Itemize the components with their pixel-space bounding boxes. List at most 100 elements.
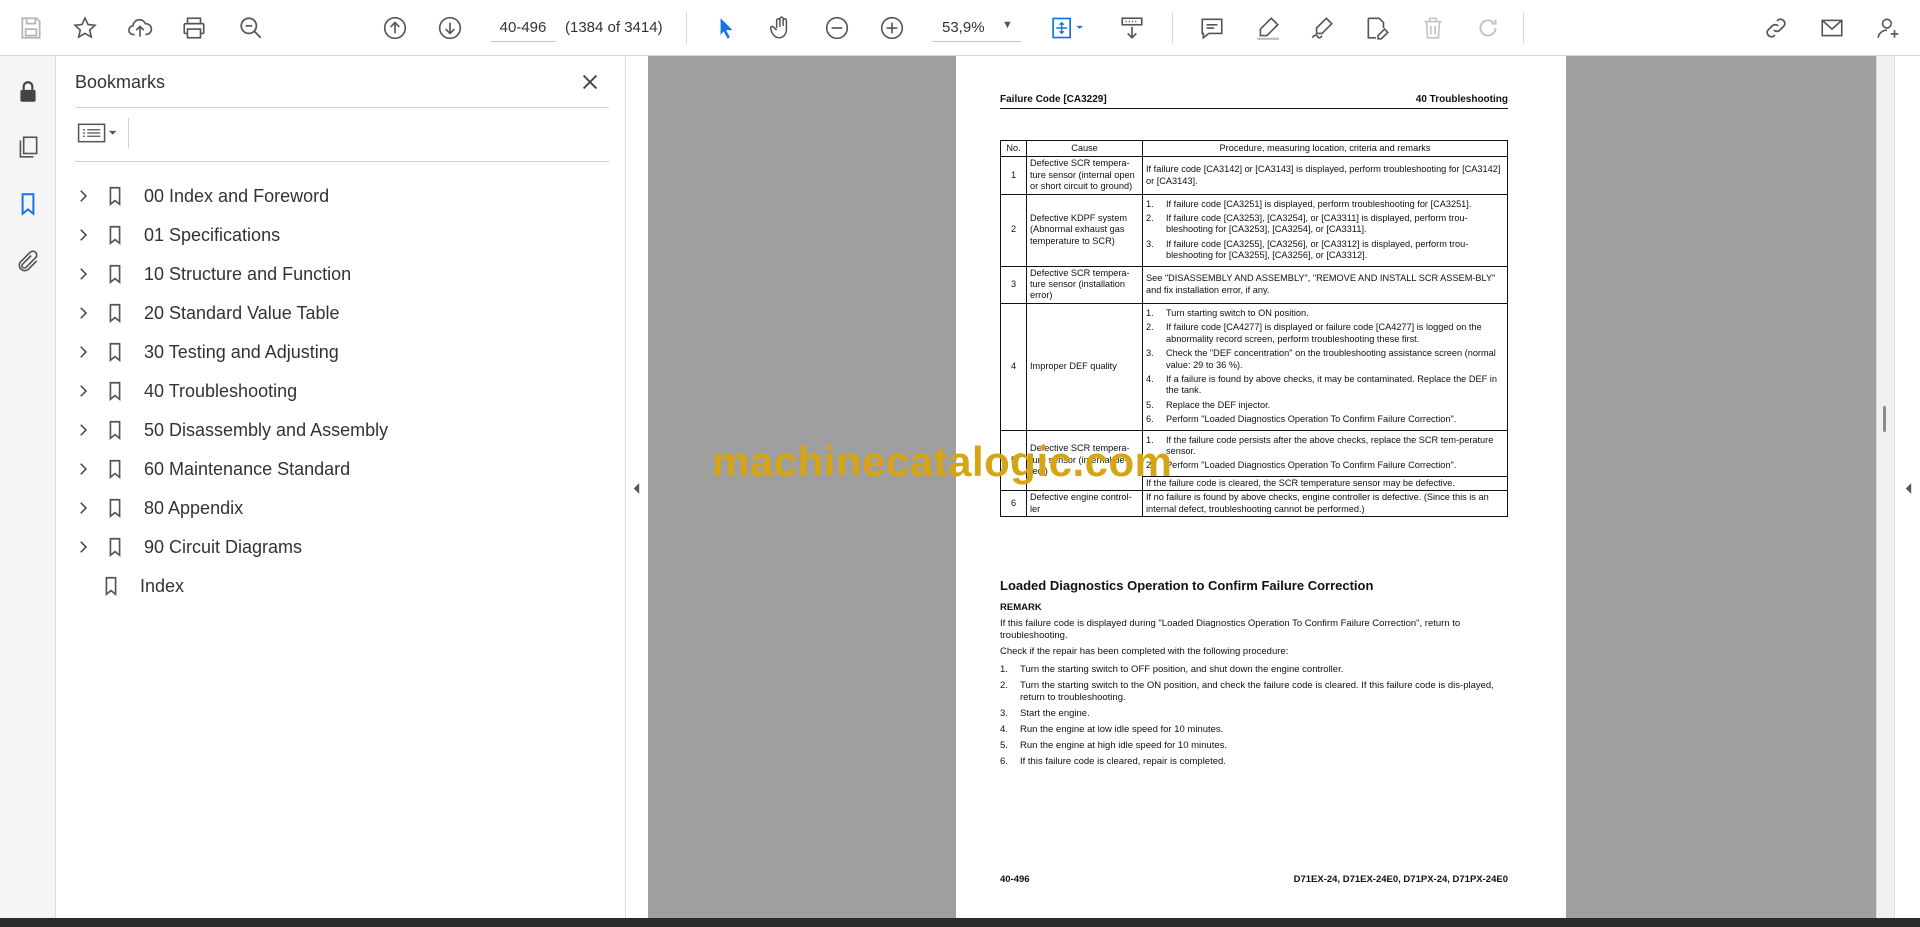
print-icon[interactable] (176, 10, 212, 46)
step-number: 3. (1146, 238, 1154, 249)
chevron-right-icon[interactable] (70, 222, 96, 248)
vertical-scrollbar[interactable] (1876, 56, 1894, 918)
account-icon[interactable] (1870, 10, 1906, 46)
email-icon[interactable] (1814, 10, 1850, 46)
procedure-item: 4. Run the engine at low idle speed for 1… (1000, 724, 1508, 736)
chevron-right-icon[interactable] (70, 183, 96, 209)
bookmark-label: 00 Index and Foreword (144, 185, 330, 206)
expand-right-panel-button[interactable] (1898, 470, 1918, 506)
bookmark-item[interactable]: 10 Structure and Function (70, 256, 590, 292)
procedure-step: 1. If the failure code persists after the… (1146, 435, 1504, 458)
bookmark-item[interactable]: 50 Disassembly and Assembly (70, 412, 590, 448)
step-number: 1. (1000, 664, 1008, 675)
cell-procedure: 1. If failure code [CA3251] is displayed,… (1142, 193, 1508, 267)
procedure-step: 1. If failure code [CA3251] is displayed,… (1146, 199, 1504, 210)
column-header: No. (1000, 139, 1027, 158)
zoom-in-icon[interactable] (874, 10, 910, 46)
table-row: 2 Defective KDPF system (Abnormal exhaust… (1000, 193, 1508, 267)
pages-icon[interactable] (10, 129, 46, 165)
page-header-chapter: 40 Troubleshooting (1415, 94, 1508, 105)
redo-icon[interactable] (1470, 10, 1506, 46)
table-row: 3 Defective SCR tempera-ture sensor (inst… (1000, 265, 1508, 304)
bookmark-item[interactable]: 30 Testing and Adjusting (70, 334, 590, 370)
comment-icon[interactable] (1194, 10, 1230, 46)
step-number: 2. (1146, 322, 1154, 333)
cell-cause: Defective engine control-ler (1026, 490, 1143, 517)
step-text: Replace the DEF injector. (1166, 399, 1271, 410)
cell-procedure: If no failure is found by above checks, … (1142, 490, 1508, 517)
bookmark-icon (100, 300, 130, 326)
step-number: 5. (1000, 740, 1008, 751)
delete-icon[interactable] (1415, 10, 1451, 46)
procedure-step: 6. Perform "Loaded Diagnostics Operation … (1146, 414, 1504, 425)
procedure-step: 5. Replace the DEF injector. (1146, 400, 1504, 411)
chevron-right-icon[interactable] (70, 261, 96, 287)
bookmark-icon (100, 183, 130, 209)
close-icon[interactable] (576, 68, 604, 96)
bookmark-options-button[interactable] (75, 118, 123, 148)
sign-icon[interactable] (1304, 10, 1340, 46)
edit-pdf-icon[interactable] (1359, 10, 1395, 46)
bookmark-item[interactable]: 40 Troubleshooting (70, 373, 590, 409)
column-header: Procedure, measuring location, criteria … (1142, 139, 1508, 158)
bookmark-icon (100, 261, 130, 287)
zoom-value: 53,9% (942, 19, 985, 36)
bookmark-item[interactable]: 60 Maintenance Standard (70, 451, 590, 487)
divider (75, 161, 609, 162)
chevron-right-icon[interactable] (70, 456, 96, 482)
chevron-right-icon[interactable] (70, 417, 96, 443)
bookmark-icon[interactable] (10, 186, 46, 222)
scroll-mode-icon[interactable] (1114, 10, 1150, 46)
prev-page-icon[interactable] (377, 10, 413, 46)
chevron-right-icon[interactable] (70, 495, 96, 521)
attachment-icon[interactable] (10, 244, 46, 280)
scrollbar-thumb[interactable] (1883, 406, 1886, 432)
save-icon[interactable] (13, 10, 49, 46)
toolbar-divider (686, 12, 687, 44)
bookmark-item[interactable]: 20 Standard Value Table (70, 295, 590, 331)
highlight-icon[interactable] (1250, 10, 1286, 46)
zoom-out-icon[interactable] (819, 10, 855, 46)
bookmark-item[interactable]: Index (70, 568, 590, 604)
chevron-right-icon[interactable] (70, 300, 96, 326)
page-footer-number: 40-496 (1000, 874, 1030, 885)
upload-icon[interactable] (122, 10, 158, 46)
star-icon[interactable] (67, 10, 103, 46)
table-row: 4 Improper DEF quality 1. Turn starting swi… (1000, 302, 1508, 431)
bookmark-item[interactable]: 90 Circuit Diagrams (70, 529, 590, 565)
page-number-input[interactable] (490, 14, 556, 42)
remark-label: REMARK (1000, 602, 1042, 613)
procedure-item: 5. Run the engine at high idle speed for … (1000, 740, 1508, 752)
hand-icon[interactable] (763, 10, 799, 46)
chevron-right-icon[interactable] (70, 534, 96, 560)
step-text: Turn the starting switch to OFF position… (1020, 664, 1344, 675)
fit-page-icon[interactable] (1044, 10, 1092, 46)
bookmark-label: 10 Structure and Function (144, 263, 352, 284)
bookmark-label: 30 Testing and Adjusting (144, 341, 339, 362)
step-number: 6. (1146, 414, 1154, 425)
zoom-search-icon[interactable] (233, 10, 269, 46)
page-count: (1384 of 3414) (565, 19, 663, 36)
remark-text: If this failure code is displayed during… (1000, 618, 1461, 641)
bookmark-item[interactable]: 00 Index and Foreword (70, 178, 590, 214)
select-cursor-icon[interactable] (708, 10, 744, 46)
step-number: 4. (1000, 724, 1008, 735)
cell-cause: Improper DEF quality (1026, 302, 1143, 431)
procedure-steps: 1. If failure code [CA3251] is displayed,… (1146, 199, 1504, 262)
chevron-right-icon[interactable] (70, 378, 96, 404)
step-number: 6. (1000, 756, 1008, 767)
chevron-right-icon[interactable] (70, 339, 96, 365)
share-link-icon[interactable] (1758, 10, 1794, 46)
zoom-dropdown[interactable]: 53,9% ▼ (932, 14, 1022, 42)
bookmark-item[interactable]: 80 Appendix (70, 490, 590, 526)
bookmark-item[interactable]: 01 Specifications (70, 217, 590, 253)
next-page-icon[interactable] (432, 10, 468, 46)
lock-icon[interactable] (10, 74, 46, 110)
procedure-step: 2. If failure code [CA4277] is displayed … (1146, 322, 1504, 345)
bookmark-label: 20 Standard Value Table (144, 302, 340, 323)
procedure-step: 4. If a failure is found by above checks,… (1146, 374, 1504, 397)
step-number: 3. (1146, 348, 1154, 359)
step-number: 2. (1000, 680, 1008, 691)
collapse-panel-button[interactable] (626, 470, 646, 506)
